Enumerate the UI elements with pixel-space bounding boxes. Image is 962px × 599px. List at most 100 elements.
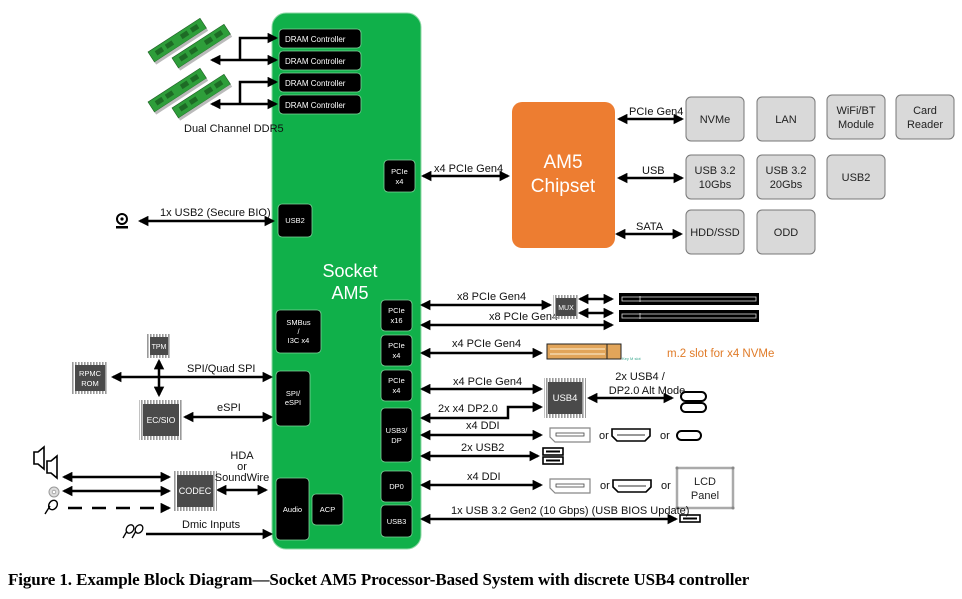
socket-title-line1: Socket (322, 261, 377, 281)
svg-text:USB 3.2: USB 3.2 (695, 165, 736, 177)
svg-text:EC/SIO: EC/SIO (147, 415, 176, 425)
pcie-x8-label-b: x8 PCIe Gen4 (489, 311, 558, 323)
svg-text:NVMe: NVMe (700, 114, 731, 126)
figure-caption: Figure 1. Example Block Diagram—Socket A… (8, 570, 750, 589)
svg-text:PCIe: PCIe (388, 376, 405, 385)
or-label: or (661, 480, 671, 492)
svg-text:DRAM Controller: DRAM Controller (285, 57, 346, 66)
or-label: or (660, 430, 670, 442)
m2-note: m.2 slot for x4 NVMe (667, 348, 774, 360)
nvme-device: NVMe (685, 96, 745, 142)
dram-controller: DRAM Controller (278, 94, 362, 115)
hdd-ssd-device: HDD/SSD (685, 209, 745, 255)
m2-key-label: Key M slot (622, 356, 642, 361)
hdmi-icon (612, 479, 652, 493)
lcd-panel-icon: LCD Panel (675, 466, 735, 510)
svg-text:USB2: USB2 (842, 172, 871, 184)
dmic-label: Dmic Inputs (182, 519, 241, 531)
sata-bus-label: SATA (636, 221, 664, 233)
m2-slot-icon (546, 343, 622, 360)
displayport-icon (549, 427, 591, 443)
svg-text:x4: x4 (396, 177, 404, 186)
svg-text:Card: Card (913, 105, 937, 117)
dram-controller: DRAM Controller (278, 28, 362, 49)
usb2-device: USB2 (826, 154, 886, 200)
wifi-bt-module-device: WiFi/BT Module (826, 94, 886, 140)
speaker-icon (33, 445, 58, 480)
pcie-x4-usb4-block: PCIe x4 (380, 369, 413, 402)
svg-text:10Gbs: 10Gbs (699, 179, 732, 191)
block-diagram: Socket AM5 DRAM Controller DRAM Controll… (33, 12, 955, 550)
svg-text:USB 3.2: USB 3.2 (766, 165, 807, 177)
espi-label: eSPI (217, 402, 241, 414)
svg-text:DRAM Controller: DRAM Controller (285, 35, 346, 44)
pcie-x8-label-a: x8 PCIe Gen4 (457, 291, 526, 303)
svg-text:PCIe: PCIe (388, 341, 405, 350)
pcie-x4-m2-block: PCIe x4 (380, 334, 413, 367)
spi-quad-label: SPI/Quad SPI (187, 363, 255, 375)
m2-link-label: x4 PCIe Gen4 (452, 338, 521, 350)
webcam-icon (116, 213, 128, 229)
svg-text:PCIe: PCIe (388, 306, 405, 315)
svg-text:ACP: ACP (320, 505, 335, 514)
svg-text:ROM: ROM (81, 379, 99, 388)
svg-text:SMBus: SMBus (286, 318, 310, 327)
svg-text:Panel: Panel (691, 490, 719, 502)
usb3-bios-label: 1x USB 3.2 Gen2 (10 Gbps) (USB BIOS Upda… (451, 505, 689, 517)
card-reader-device: Card Reader (895, 94, 955, 140)
svg-text:x4: x4 (393, 386, 401, 395)
socket-am5 (271, 12, 422, 550)
dp20-label: 2x x4 DP2.0 (438, 403, 498, 415)
chipset-link-label: x4 PCIe Gen4 (434, 163, 503, 175)
mux-chip: MUX (553, 295, 579, 319)
usb-a-port-icon (542, 447, 564, 456)
dmic-icon (122, 524, 144, 539)
svg-text:x16: x16 (390, 316, 402, 325)
smbus-block: SMBus / I3C x4 (275, 309, 322, 354)
usb32-10gbs-device: USB 3.2 10Gbs (685, 154, 745, 200)
pcie-x16-slot-icon (619, 310, 759, 322)
usb-a-port-icon (542, 456, 564, 465)
svg-text:PCIe: PCIe (391, 167, 408, 176)
usb3-dp-block: USB3/ DP (380, 407, 413, 463)
usb4-out-label-line1: 2x USB4 / (615, 371, 665, 383)
svg-text:WiFi/BT: WiFi/BT (836, 105, 875, 117)
svg-text:CODEC: CODEC (179, 486, 212, 496)
dram-controller: DRAM Controller (278, 50, 362, 71)
chipset-title-line2: Chipset (531, 176, 596, 197)
usb4-controller-chip: USB4 (544, 378, 586, 418)
svg-text:HDD/SSD: HDD/SSD (690, 227, 740, 239)
svg-text:USB3/: USB3/ (386, 426, 409, 435)
svg-text:Module: Module (838, 119, 874, 131)
usb32-20gbs-device: USB 3.2 20Gbs (756, 154, 816, 200)
svg-text:DRAM Controller: DRAM Controller (285, 79, 346, 88)
pcie-gen4-bus-label: PCIe Gen4 (629, 106, 683, 118)
rpmc-rom-chip: RPMC ROM (72, 362, 108, 394)
ddi-b-label: x4 DDI (467, 471, 501, 483)
svg-text:SPI/: SPI/ (286, 389, 301, 398)
hdmi-icon (611, 428, 651, 442)
ddi-a-label: x4 DDI (466, 420, 500, 432)
svg-text:USB3: USB3 (387, 517, 407, 526)
svg-text:eSPI: eSPI (285, 398, 301, 407)
svg-text:Reader: Reader (907, 119, 943, 131)
usb4-pcie-label: x4 PCIe Gen4 (453, 376, 522, 388)
svg-text:USB2: USB2 (285, 216, 305, 225)
ec-sio-chip: EC/SIO (139, 400, 183, 440)
usb-c-port-icon (680, 402, 707, 413)
or-label: or (599, 430, 609, 442)
spi-espi-block: SPI/ eSPI (275, 370, 311, 427)
svg-text:20Gbs: 20Gbs (770, 179, 803, 191)
svg-text:LCD: LCD (694, 476, 716, 488)
socket-title-line2: AM5 (331, 283, 368, 303)
svg-text:MUX: MUX (558, 305, 574, 312)
lan-device: LAN (756, 96, 816, 142)
acp-block: ACP (311, 493, 344, 526)
pcie-x4-chipset-block: PCIe x4 (383, 159, 416, 193)
usb2-secure-bio-label: 1x USB2 (Secure BIO) (160, 207, 271, 219)
tpm-chip: TPM (147, 334, 171, 358)
pcie-x16-block: PCIe x16 (380, 299, 413, 332)
svg-text:x4: x4 (393, 351, 401, 360)
codec-chip: CODEC (173, 471, 217, 511)
svg-text:ODD: ODD (774, 227, 799, 239)
